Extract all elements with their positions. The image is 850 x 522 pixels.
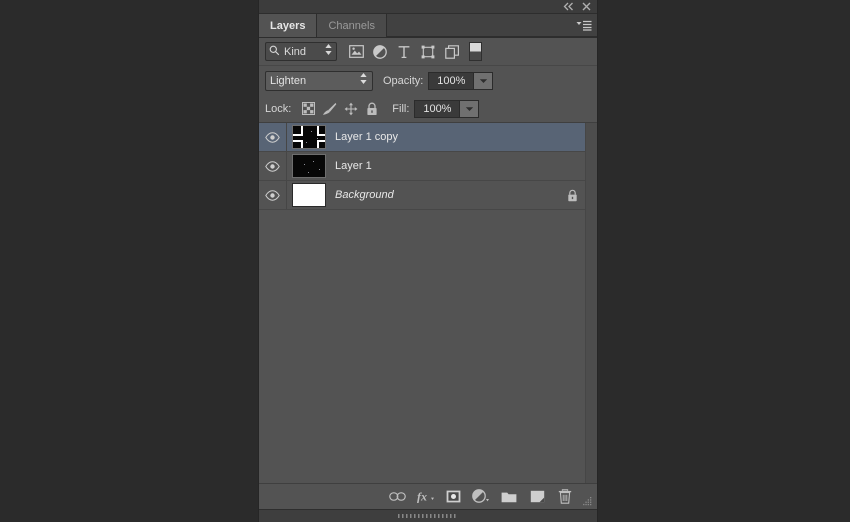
new-adjustment-layer-icon[interactable] xyxy=(469,486,493,508)
panel-bottom-drag-handle[interactable] xyxy=(259,509,597,522)
layer-visibility-eye-icon[interactable] xyxy=(259,123,287,151)
layer-rows: Layer 1 copy Layer 1 Background xyxy=(259,123,585,483)
opacity-dropdown-chevron-down-icon[interactable] xyxy=(473,72,493,89)
fill-value[interactable]: 100% xyxy=(415,100,460,117)
filter-kind-label: Kind xyxy=(284,45,307,58)
layer-thumbnail-cell[interactable] xyxy=(287,125,331,149)
filter-shape-layers-icon[interactable] xyxy=(417,42,439,62)
filter-adjustment-layers-icon[interactable] xyxy=(369,42,391,62)
layer-list: Layer 1 copy Layer 1 Background xyxy=(259,123,597,483)
tab-channels-label: Channels xyxy=(328,19,375,32)
add-layer-style-icon[interactable]: fx xyxy=(413,486,437,508)
layer-thumbnail-cell[interactable] xyxy=(287,154,331,178)
updown-stepper-icon[interactable] xyxy=(359,72,368,90)
lock-transparent-pixels-icon[interactable] xyxy=(298,99,319,119)
layer-thumbnail[interactable] xyxy=(292,183,326,207)
filter-enable-toggle[interactable] xyxy=(469,42,482,61)
updown-stepper-icon[interactable] xyxy=(324,43,333,61)
table-row[interactable]: Layer 1 xyxy=(259,152,585,181)
panel-window-strip xyxy=(259,0,597,14)
fill-field[interactable]: 100% xyxy=(414,99,480,118)
layer-thumbnail[interactable] xyxy=(292,125,326,149)
thumbnail-selection-brackets xyxy=(293,126,325,148)
panel-resize-grip[interactable] xyxy=(581,486,593,508)
table-row[interactable]: Layer 1 copy xyxy=(259,123,585,152)
lock-position-icon[interactable] xyxy=(340,99,361,119)
fill-label: Fill: xyxy=(392,102,410,115)
filter-pixel-layers-icon[interactable] xyxy=(345,42,367,62)
panel-tab-row: Layers Channels xyxy=(259,14,597,38)
filter-type-layers-icon[interactable] xyxy=(393,42,415,62)
tab-layers[interactable]: Layers xyxy=(259,14,318,37)
delete-layer-icon[interactable] xyxy=(553,486,577,508)
lock-all-icon[interactable] xyxy=(361,99,382,119)
tab-channels[interactable]: Channels xyxy=(317,14,387,37)
opacity-label: Opacity: xyxy=(383,74,424,87)
layer-name[interactable]: Background xyxy=(331,189,559,201)
add-layer-mask-icon[interactable] xyxy=(441,486,465,508)
close-icon[interactable] xyxy=(581,1,592,12)
lock-row: Lock: Fill: 100% xyxy=(259,95,597,123)
layer-visibility-eye-icon[interactable] xyxy=(259,152,287,180)
layer-list-scrollbar[interactable] xyxy=(585,123,597,483)
lock-label: Lock: xyxy=(265,102,292,115)
new-layer-icon[interactable] xyxy=(525,486,549,508)
link-layers-icon[interactable] xyxy=(385,486,409,508)
new-group-icon[interactable] xyxy=(497,486,521,508)
svg-text:fx: fx xyxy=(417,490,427,504)
layer-filter-row: Kind xyxy=(259,38,597,66)
layer-thumbnail-cell[interactable] xyxy=(287,183,331,207)
filter-kind-select[interactable]: Kind xyxy=(265,42,337,61)
table-row[interactable]: Background xyxy=(259,181,585,210)
lock-image-pixels-icon[interactable] xyxy=(319,99,340,119)
layers-bottom-toolbar: fx xyxy=(259,483,597,509)
search-icon xyxy=(269,43,280,61)
tab-layers-label: Layers xyxy=(270,19,306,32)
lock-closed-icon xyxy=(559,189,585,202)
opacity-field[interactable]: 100% xyxy=(428,71,494,90)
filter-smart-object-icon[interactable] xyxy=(441,42,463,62)
collapse-to-icons-icon[interactable] xyxy=(563,1,574,12)
panel-menu-icon[interactable] xyxy=(571,14,597,37)
blend-mode-row: Lighten Opacity: 100% xyxy=(259,66,597,95)
blend-mode-value: Lighten xyxy=(270,74,307,87)
layer-name[interactable]: Layer 1 xyxy=(331,160,559,172)
opacity-value[interactable]: 100% xyxy=(429,72,474,89)
layer-visibility-eye-icon[interactable] xyxy=(259,181,287,209)
fill-dropdown-chevron-down-icon[interactable] xyxy=(459,100,479,117)
blend-mode-select[interactable]: Lighten xyxy=(265,70,373,91)
tab-row-filler xyxy=(386,14,571,37)
layers-panel: Layers Channels Kind Lighten Opacity: 10… xyxy=(258,0,598,522)
layer-thumbnail[interactable] xyxy=(292,154,326,178)
layer-name[interactable]: Layer 1 copy xyxy=(331,131,559,143)
filter-type-icons xyxy=(345,42,482,62)
